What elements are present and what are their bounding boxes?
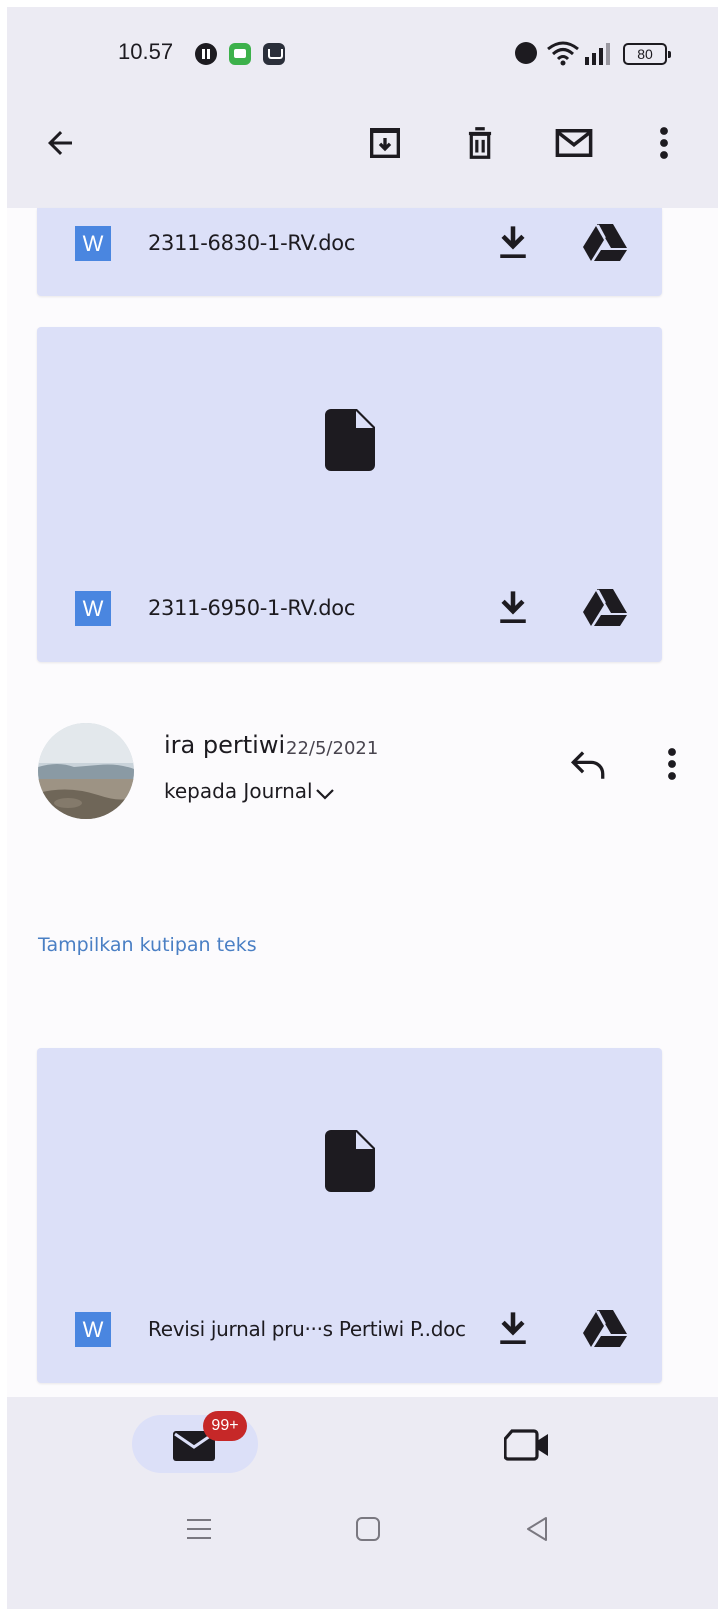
message-date: 22/5/2021 xyxy=(286,738,379,759)
app-frame: 10.57 80 W 2311-6830-1-RV.doc W 2311-695… xyxy=(7,7,718,1609)
drive-icon xyxy=(583,1310,627,1347)
download-button[interactable] xyxy=(489,1304,537,1352)
more-vert-icon xyxy=(660,127,668,159)
chat-notification-icon xyxy=(229,43,251,65)
word-doc-icon: W xyxy=(75,1312,111,1347)
mail-notification-icon xyxy=(263,43,285,65)
bottom-navigation: 99+ xyxy=(7,1397,718,1609)
attachment-footer: W Revisi jurnal pru···s Pertiwi P..doc xyxy=(37,1298,662,1358)
top-bar: 10.57 80 xyxy=(7,7,718,208)
recent-apps-button[interactable] xyxy=(179,1509,219,1549)
back-button[interactable] xyxy=(36,119,84,167)
download-button[interactable] xyxy=(489,583,537,631)
file-preview-icon xyxy=(325,1130,375,1192)
sender-name: ira pertiwi xyxy=(164,731,286,759)
signal-icon xyxy=(585,43,610,65)
battery-indicator: 80 xyxy=(623,43,671,65)
recipient-details[interactable]: kepada Journal xyxy=(164,779,313,803)
pause-notification-icon xyxy=(195,43,217,65)
wifi-icon xyxy=(547,41,579,66)
attachment-card[interactable]: W Revisi jurnal pru···s Pertiwi P..doc xyxy=(37,1048,662,1383)
system-back-button[interactable] xyxy=(517,1509,557,1549)
triangle-back-icon xyxy=(527,1517,547,1541)
attachment-footer: W 2311-6830-1-RV.doc xyxy=(37,212,662,272)
arrow-back-icon xyxy=(48,131,72,155)
more-options-button[interactable] xyxy=(640,119,688,167)
video-camera-icon[interactable] xyxy=(504,1425,550,1465)
download-icon xyxy=(500,226,526,259)
mail-outline-icon xyxy=(555,129,593,157)
unread-count-badge: 99+ xyxy=(203,1411,247,1441)
download-icon xyxy=(500,1312,526,1345)
archive-button[interactable] xyxy=(361,119,409,167)
word-doc-icon: W xyxy=(75,226,111,261)
download-icon xyxy=(500,591,526,624)
home-button[interactable] xyxy=(348,1509,388,1549)
menu-icon xyxy=(187,1519,211,1539)
chevron-down-icon[interactable] xyxy=(313,784,337,804)
archive-icon xyxy=(370,128,400,158)
avatar-image xyxy=(38,723,134,819)
save-to-drive-button[interactable] xyxy=(581,1304,629,1352)
attachment-footer: W 2311-6950-1-RV.doc xyxy=(37,577,662,637)
more-vert-icon xyxy=(668,748,676,780)
alarm-icon xyxy=(515,42,537,64)
message-more-button[interactable] xyxy=(648,740,696,788)
save-to-drive-button[interactable] xyxy=(581,218,629,266)
sender-avatar[interactable] xyxy=(38,723,134,819)
drive-icon xyxy=(583,224,627,261)
home-square-icon xyxy=(356,1517,380,1541)
reply-button[interactable] xyxy=(564,740,612,788)
mark-unread-button[interactable] xyxy=(550,119,598,167)
reply-icon xyxy=(570,751,605,779)
attachment-file-name: Revisi jurnal pru···s Pertiwi P..doc xyxy=(148,1317,466,1341)
attachment-card[interactable]: W 2311-6950-1-RV.doc xyxy=(37,327,662,662)
status-time: 10.57 xyxy=(118,39,174,64)
trash-icon xyxy=(468,127,492,159)
show-quoted-text-link[interactable]: Tampilkan kutipan teks xyxy=(38,934,257,956)
download-button[interactable] xyxy=(489,218,537,266)
attachment-file-name: 2311-6830-1-RV.doc xyxy=(148,231,356,255)
delete-button[interactable] xyxy=(456,119,504,167)
save-to-drive-button[interactable] xyxy=(581,583,629,631)
attachment-card[interactable]: W 2311-6830-1-RV.doc xyxy=(37,208,662,296)
word-doc-icon: W xyxy=(75,591,111,626)
file-preview-icon xyxy=(325,409,375,471)
drive-icon xyxy=(583,589,627,626)
attachment-file-name: 2311-6950-1-RV.doc xyxy=(148,596,356,620)
